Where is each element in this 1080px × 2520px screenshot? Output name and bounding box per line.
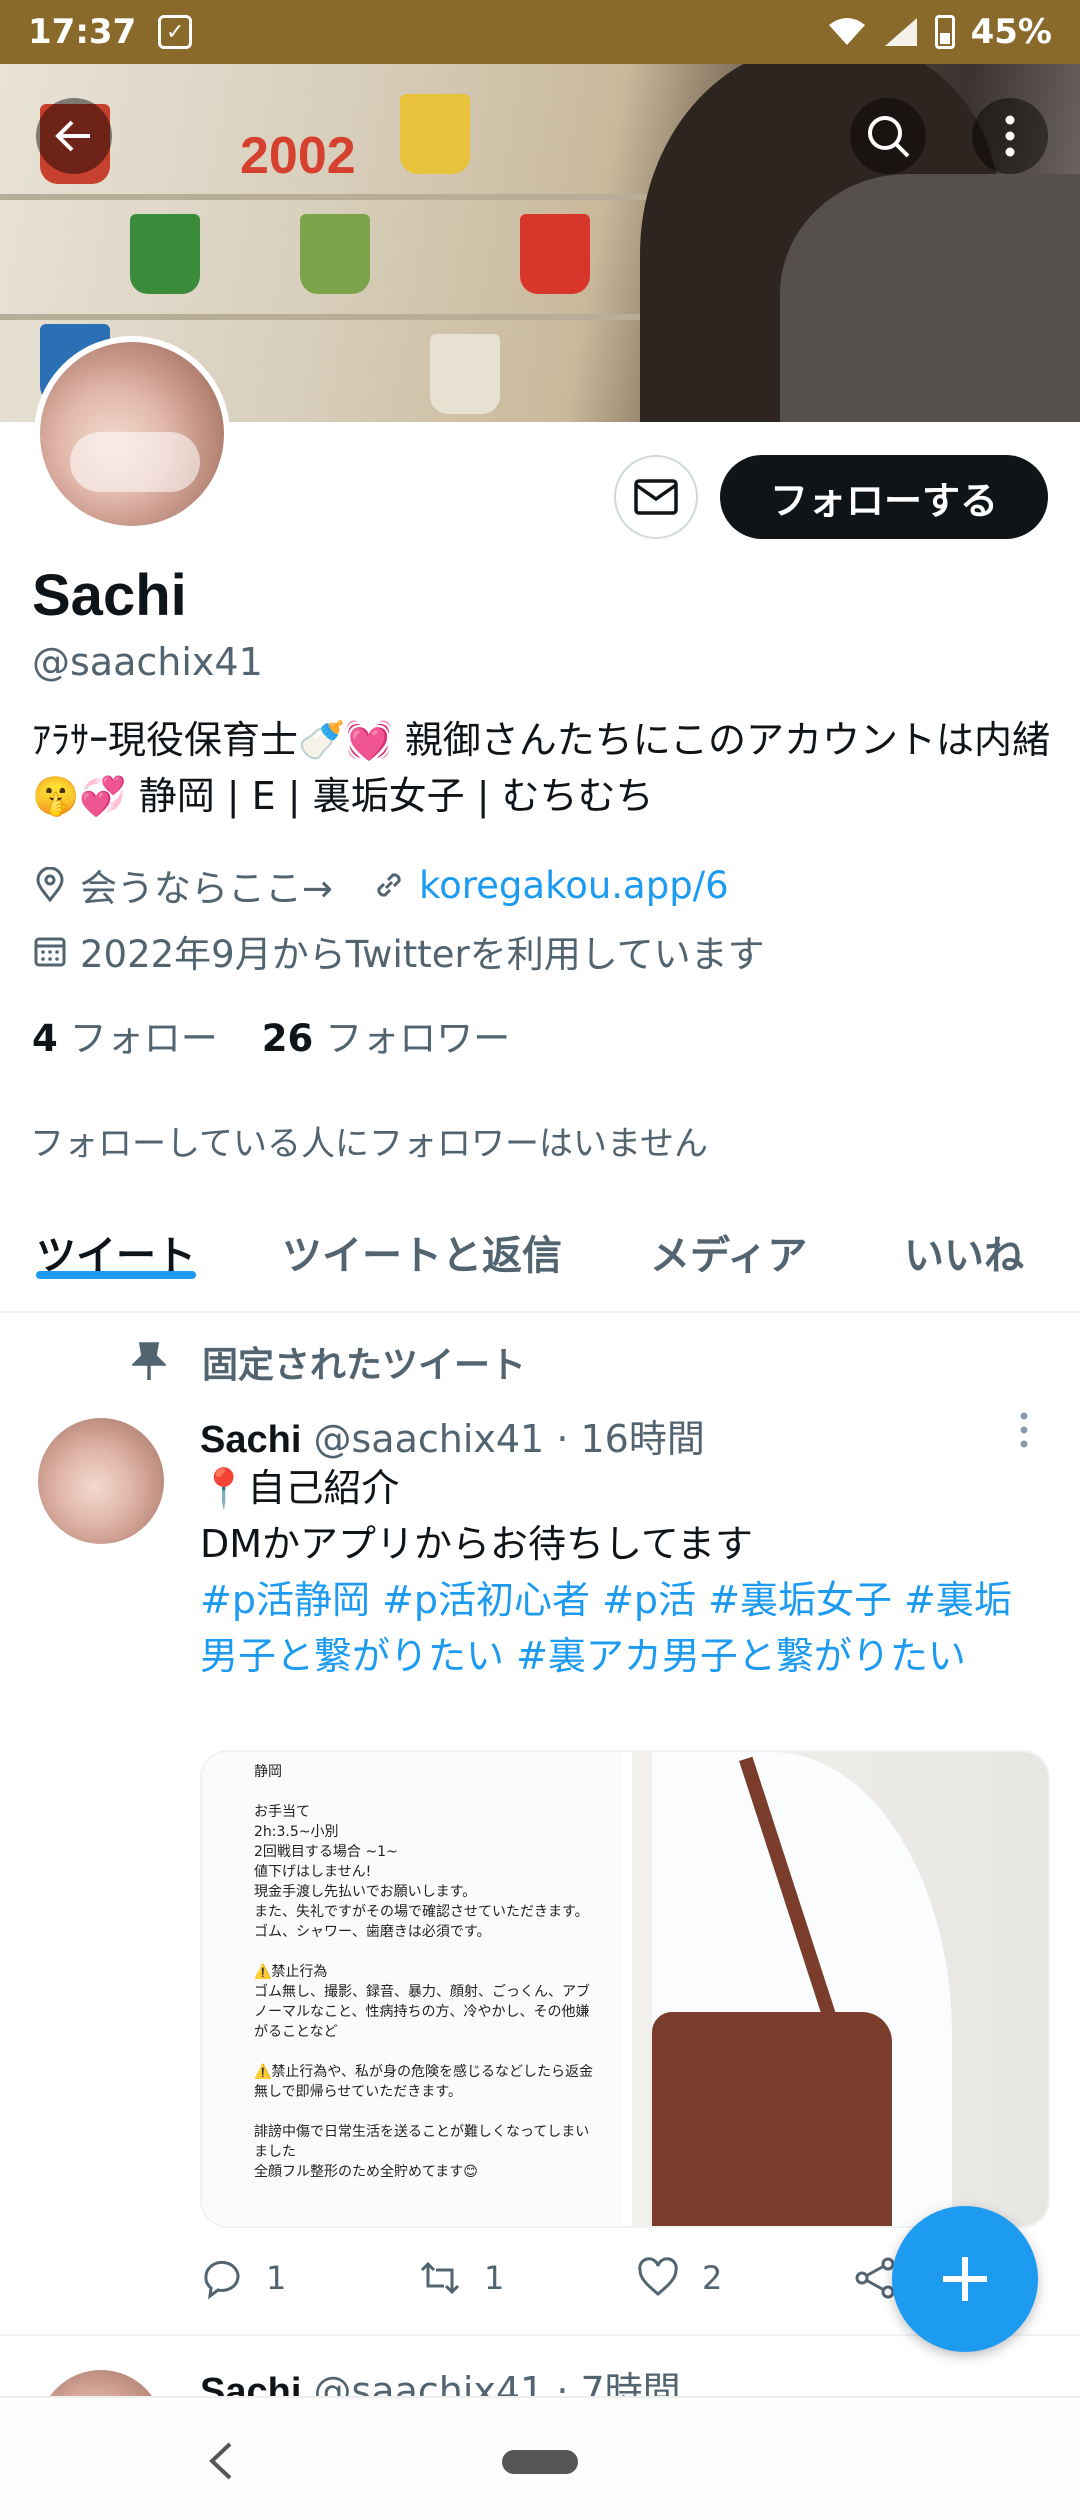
nav-back-icon[interactable]	[200, 2438, 246, 2484]
search-button[interactable]	[850, 98, 926, 174]
envelope-icon	[634, 479, 678, 515]
banner-cup-noodle	[300, 214, 370, 294]
following-count: 4	[32, 1017, 58, 1060]
tweet-media-image-notes[interactable]: 静岡 お手当て 2h:3.5~小別 2回戦目する場合 ~1~ 値下げはしません!…	[202, 1752, 622, 2226]
status-right: 45%	[827, 12, 1052, 52]
profile-tabs: ツイート ツイートと返信 メディア いいね	[0, 1205, 1080, 1313]
tweet-media[interactable]: 静岡 お手当て 2h:3.5~小別 2回戦目する場合 ~1~ 値下げはしません!…	[200, 1750, 1050, 2228]
like-button[interactable]: 2	[636, 2256, 854, 2300]
following-link[interactable]: 4 フォロー	[32, 1008, 218, 1062]
profile-bio: ｱﾗｻｰ現役保育士🍼💓 親御さんたちにこのアカウントは内緒🤫💞 静岡 | E |…	[32, 718, 1050, 818]
signal-icon	[884, 18, 917, 46]
profile-location: 会うならここ→	[80, 867, 334, 910]
media-note-text: 静岡 お手当て 2h:3.5~小別 2回戦目する場合 ~1~ 値下げはしません!…	[254, 1764, 594, 2180]
pin-icon	[132, 1342, 166, 1380]
avatar-lace	[70, 432, 200, 492]
banner-cup-noodle	[400, 94, 470, 174]
calendar-icon	[34, 937, 66, 967]
retweet-count: 1	[484, 2259, 505, 2297]
tweet-author-handle: @saachix41	[313, 1417, 545, 1461]
vertical-dots-icon	[1005, 115, 1015, 157]
heart-icon	[638, 2257, 678, 2296]
tweet-media-image-photo[interactable]	[632, 1752, 1048, 2226]
profile-website-link[interactable]: koregakou.app/6	[419, 864, 729, 907]
banner-cup-noodle	[520, 214, 590, 294]
followers-count: 26	[261, 1017, 314, 1060]
banner-year-sign: 2002	[240, 127, 356, 185]
message-button[interactable]	[614, 455, 698, 539]
tweet-header: Sachi @saachix41 · 16時間	[200, 1408, 705, 1463]
tab-tweets-and-replies[interactable]: ツイートと返信	[282, 1205, 562, 1281]
wifi-icon	[828, 18, 865, 45]
banner-cup-noodle	[430, 334, 500, 414]
profile-avatar[interactable]	[34, 336, 230, 532]
reply-icon	[204, 2261, 240, 2300]
tab-tweets[interactable]: ツイート	[36, 1205, 196, 1281]
tweet-line-1: 📍自己紹介	[200, 1466, 400, 1510]
follow-counts: 4 フォロー 26 フォロワー	[32, 1008, 510, 1062]
compose-tweet-button[interactable]	[892, 2206, 1038, 2352]
like-count: 2	[702, 2259, 723, 2297]
tweet-author-name[interactable]: Sachi	[200, 1419, 301, 1461]
retweet-icon	[420, 2261, 460, 2295]
battery-icon	[934, 15, 955, 49]
pinned-tweet-label: 固定されたツイート	[132, 1336, 526, 1388]
tweet-body: 📍自己紹介 DMかアプリからお待ちしてます #p活静岡 #p活初心者 #p活 #…	[200, 1460, 1040, 1684]
nav-home-pill[interactable]	[502, 2450, 578, 2474]
tab-likes[interactable]: いいね	[904, 1205, 1024, 1281]
profile-name: Sachi	[32, 563, 187, 628]
tweet-timestamp: · 16時間	[556, 1417, 705, 1461]
photo-apron	[652, 2012, 892, 2226]
profile-location-link-row: 会うならここ→ koregakou.app/6	[32, 858, 729, 912]
notification-icon: ✓	[158, 15, 193, 49]
plus-icon	[943, 2257, 987, 2301]
arrow-left-icon	[55, 120, 90, 152]
more-options-button[interactable]	[972, 98, 1048, 174]
link-icon	[377, 873, 401, 897]
following-label: フォロー	[69, 1017, 218, 1060]
tweet-author-avatar[interactable]	[38, 1418, 164, 1544]
tab-media[interactable]: メディア	[650, 1205, 807, 1281]
tweet-hashtags[interactable]: #p活静岡 #p活初心者 #p活 #裏垢女子 #裏垢男子と繋がりたい #裏アカ男…	[200, 1572, 1040, 1684]
tweet-line-2: DMかアプリからお待ちしてます	[200, 1522, 754, 1566]
status-bar: 17:37 ✓ 45%	[0, 0, 1080, 64]
banner-cup-noodle	[130, 214, 200, 294]
location-pin-icon	[36, 867, 64, 903]
profile-handle: @saachix41	[32, 640, 263, 684]
status-time: 17:37	[28, 12, 137, 52]
mutual-followers-notice: フォローしている人にフォロワーはいません	[30, 1124, 708, 1164]
reply-count: 1	[266, 2259, 287, 2297]
profile-joined-date: 2022年9月からTwitterを利用しています	[80, 933, 765, 976]
pinned-label-text: 固定されたツイート	[202, 1345, 527, 1386]
banner-person-coat	[780, 174, 1080, 422]
battery-percent: 45%	[970, 12, 1052, 52]
search-icon	[868, 116, 910, 158]
retweet-button[interactable]: 1	[418, 2256, 636, 2300]
banner-shelf	[0, 194, 700, 200]
follow-button[interactable]: フォローする	[720, 455, 1048, 539]
system-nav-bar	[0, 2396, 1080, 2520]
banner-shelf	[0, 314, 700, 320]
back-button[interactable]	[36, 98, 112, 174]
followers-label: フォロワー	[325, 1017, 511, 1060]
profile-joined-row: 2022年9月からTwitterを利用しています	[32, 924, 765, 978]
tweet-more-icon[interactable]	[1014, 1410, 1034, 1450]
followers-link[interactable]: 26 フォロワー	[262, 1008, 511, 1062]
reply-button[interactable]: 1	[200, 2256, 418, 2300]
